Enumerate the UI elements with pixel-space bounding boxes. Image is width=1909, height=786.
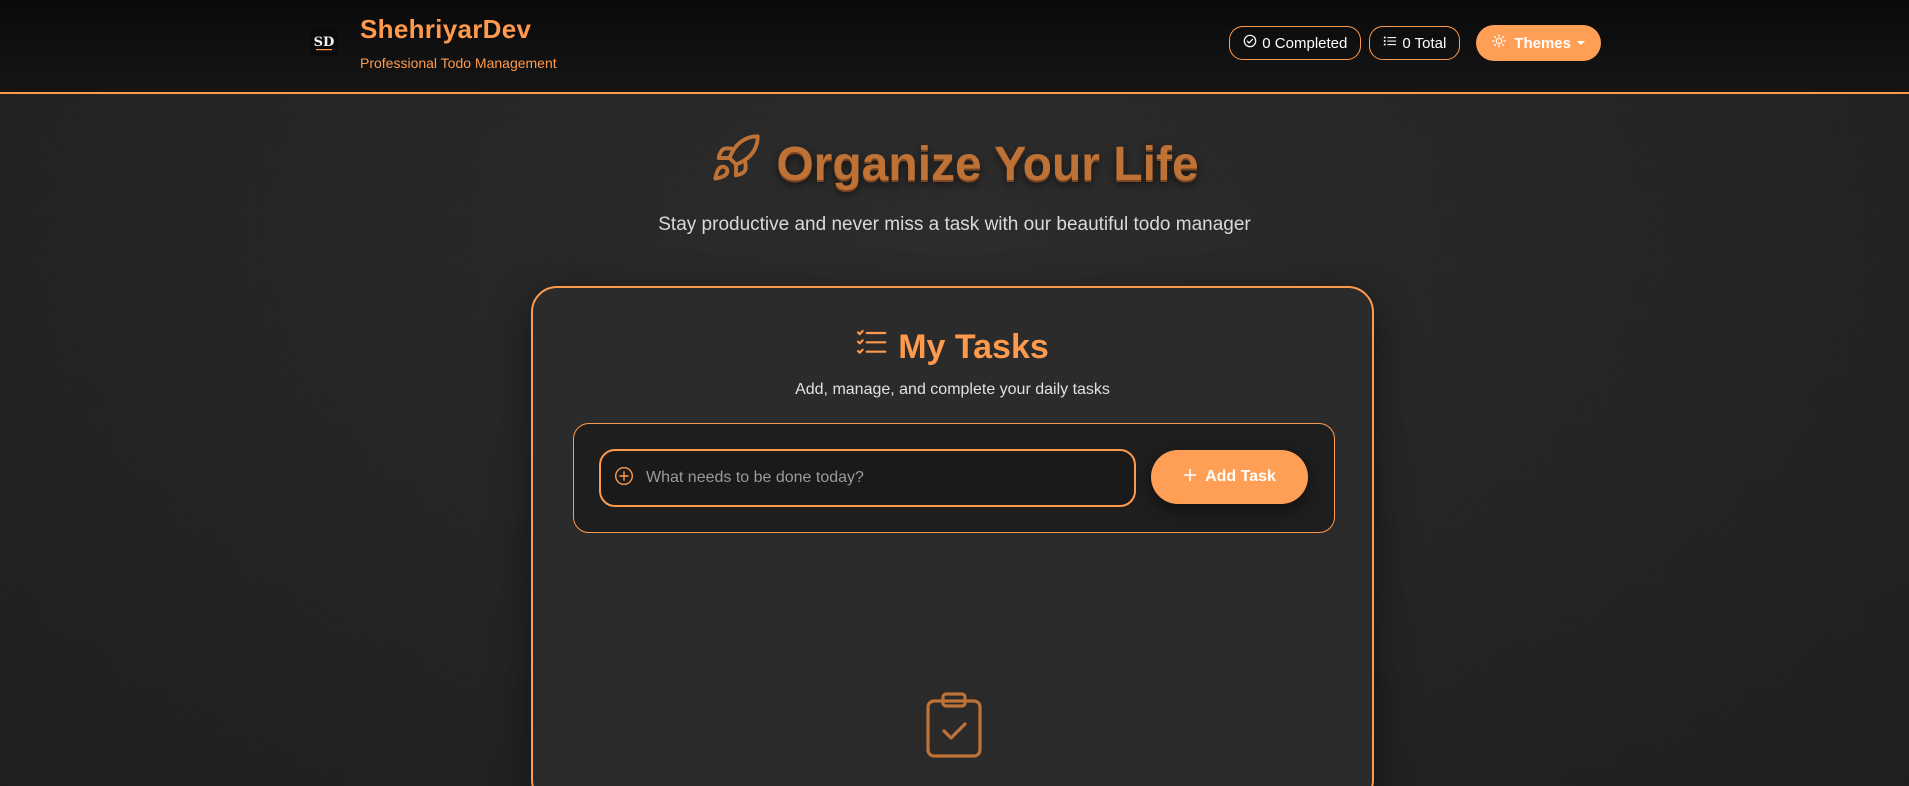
themes-button[interactable]: Themes (1476, 25, 1601, 61)
task-input[interactable] (634, 451, 1134, 505)
plus-circle-icon (614, 466, 634, 491)
hero-subtitle: Stay productive and never miss a task wi… (658, 214, 1251, 235)
total-count-badge: 0 Total (1369, 26, 1461, 60)
completed-count: 0 Completed (1262, 34, 1348, 52)
plus-icon (1183, 468, 1197, 487)
brand-tagline: Professional Todo Management (360, 55, 557, 71)
check-circle-icon (1243, 34, 1257, 52)
add-task-button[interactable]: Add Task (1151, 450, 1308, 504)
tasks-subtitle: Add, manage, and complete your daily tas… (795, 381, 1110, 398)
list-icon (1383, 34, 1397, 52)
chevron-down-icon (1577, 41, 1585, 45)
brand[interactable]: SD ShehriyarDev Professional Todo Manage… (308, 14, 557, 71)
themes-label: Themes (1514, 34, 1571, 52)
hero-title: Organize Your Life (776, 137, 1199, 191)
nav-actions: 0 Completed 0 Total Themes (1229, 25, 1601, 61)
svg-text:SD: SD (314, 35, 335, 50)
navbar: SD ShehriyarDev Professional Todo Manage… (0, 0, 1909, 94)
tasks-card: My Tasks Add, manage, and complete your … (531, 286, 1374, 786)
task-input-wrapper (599, 449, 1136, 507)
sun-icon (1492, 34, 1507, 52)
rocket-icon (710, 132, 762, 196)
hero: Organize Your Life Stay productive and n… (0, 132, 1909, 236)
brand-name: ShehriyarDev (360, 14, 532, 44)
total-count: 0 Total (1402, 34, 1447, 52)
checklist-icon (856, 328, 888, 367)
add-task-form: Add Task (573, 423, 1335, 533)
clipboard-check-icon (924, 692, 984, 763)
add-task-label: Add Task (1205, 468, 1276, 485)
completed-count-badge: 0 Completed (1229, 26, 1362, 60)
sd-logo: SD (308, 26, 340, 58)
tasks-title: My Tasks (898, 328, 1049, 366)
